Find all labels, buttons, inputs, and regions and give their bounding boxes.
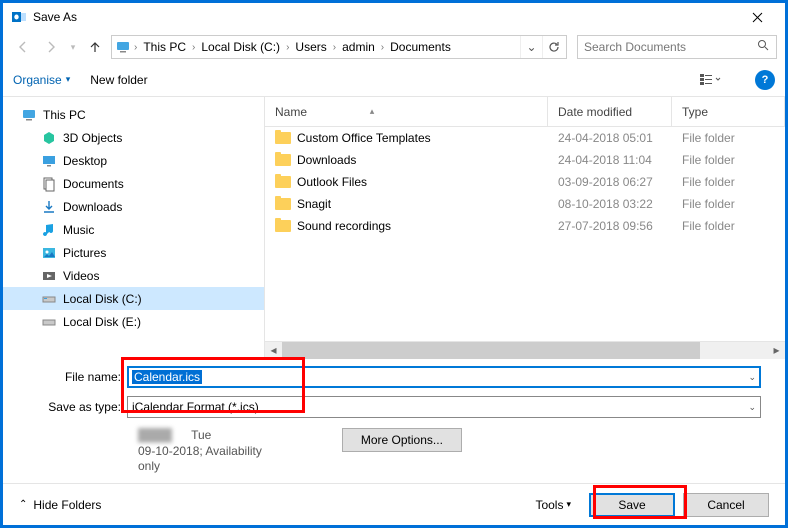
- drive-icon: [41, 314, 57, 330]
- horizontal-scrollbar[interactable]: ◂ ▸: [265, 341, 785, 358]
- folder-icon: [275, 220, 291, 232]
- up-button[interactable]: [83, 35, 107, 59]
- path-dropdown[interactable]: ⌄: [520, 36, 542, 58]
- search-placeholder: Search Documents: [584, 40, 686, 54]
- pc-icon: [114, 38, 132, 56]
- tree-item[interactable]: Documents: [3, 172, 264, 195]
- desktop-icon: [41, 153, 57, 169]
- table-row[interactable]: Snagit08-10-2018 03:22File folder: [265, 193, 785, 215]
- folder-icon: [275, 198, 291, 210]
- more-options-button[interactable]: More Options...: [342, 428, 462, 452]
- tree-item[interactable]: Local Disk (E:): [3, 310, 264, 333]
- crumb-0[interactable]: This PC: [139, 40, 190, 54]
- tree-item[interactable]: Local Disk (C:): [3, 287, 264, 310]
- table-row[interactable]: Outlook Files03-09-2018 06:27File folder: [265, 171, 785, 193]
- sort-indicator: ▴: [370, 106, 375, 117]
- organise-menu[interactable]: Organise ▾: [13, 73, 70, 87]
- search-input[interactable]: Search Documents: [577, 35, 777, 59]
- documents-icon: [41, 176, 57, 192]
- folder-icon: [275, 176, 291, 188]
- tree-this-pc[interactable]: This PC: [3, 103, 264, 126]
- chevron-down-icon[interactable]: ⌄: [748, 402, 756, 413]
- cube-icon: [41, 130, 57, 146]
- hide-folders-button[interactable]: ⌃ Hide Folders: [19, 498, 101, 512]
- breadcrumb[interactable]: › This PC› Local Disk (C:)› Users› admin…: [111, 35, 567, 59]
- cancel-button[interactable]: Cancel: [683, 493, 769, 517]
- crumb-1[interactable]: Local Disk (C:): [197, 40, 284, 54]
- new-folder-button[interactable]: New folder: [90, 73, 147, 87]
- tree-item[interactable]: Videos: [3, 264, 264, 287]
- table-row[interactable]: Downloads24-04-2018 11:04File folder: [265, 149, 785, 171]
- tree-item[interactable]: Desktop: [3, 149, 264, 172]
- folder-icon: [275, 132, 291, 144]
- refresh-button[interactable]: [542, 36, 564, 58]
- crumb-4[interactable]: Documents: [386, 40, 455, 54]
- downloads-icon: [41, 199, 57, 215]
- column-headers[interactable]: Name▴ Date modified Type: [265, 97, 785, 127]
- chevron-down-icon[interactable]: ⌄: [748, 372, 756, 383]
- videos-icon: [41, 268, 57, 284]
- pictures-icon: [41, 245, 57, 261]
- chevron-up-icon: ⌃: [19, 499, 27, 510]
- window-title: Save As: [33, 10, 77, 24]
- scroll-left[interactable]: ◂: [265, 342, 282, 359]
- view-button[interactable]: [693, 69, 727, 91]
- save-type-select[interactable]: iCalendar Format (*.ics) ⌄: [127, 396, 761, 418]
- file-name-input[interactable]: Calendar.ics ⌄: [127, 366, 761, 388]
- file-name-label: File name:: [27, 370, 127, 384]
- tree-item[interactable]: Pictures: [3, 241, 264, 264]
- crumb-3[interactable]: admin: [338, 40, 379, 54]
- save-button[interactable]: Save: [589, 493, 675, 517]
- folder-icon: [275, 154, 291, 166]
- tree-item[interactable]: Music: [3, 218, 264, 241]
- appointment-info: ████ Tue 09-10-2018; Availability only: [138, 428, 262, 475]
- scroll-right[interactable]: ▸: [768, 342, 785, 359]
- drive-icon: [41, 291, 57, 307]
- crumb-2[interactable]: Users: [291, 40, 330, 54]
- recent-dropdown[interactable]: ▾: [67, 35, 79, 59]
- forward-button[interactable]: [39, 35, 63, 59]
- tools-menu[interactable]: Tools ▾: [535, 498, 571, 512]
- help-button[interactable]: ?: [755, 70, 775, 90]
- save-type-label: Save as type:: [27, 400, 127, 414]
- back-button[interactable]: [11, 35, 35, 59]
- close-button[interactable]: [737, 3, 777, 31]
- search-icon: [757, 39, 770, 55]
- pc-icon: [21, 107, 37, 123]
- nav-tree: This PC 3D Objects Desktop Documents Dow…: [3, 97, 265, 358]
- scroll-thumb[interactable]: [282, 342, 700, 359]
- tree-item[interactable]: Downloads: [3, 195, 264, 218]
- tree-item[interactable]: 3D Objects: [3, 126, 264, 149]
- outlook-icon: [11, 9, 27, 25]
- music-icon: [41, 222, 57, 238]
- table-row[interactable]: Custom Office Templates24-04-2018 05:01F…: [265, 127, 785, 149]
- table-row[interactable]: Sound recordings27-07-2018 09:56File fol…: [265, 215, 785, 237]
